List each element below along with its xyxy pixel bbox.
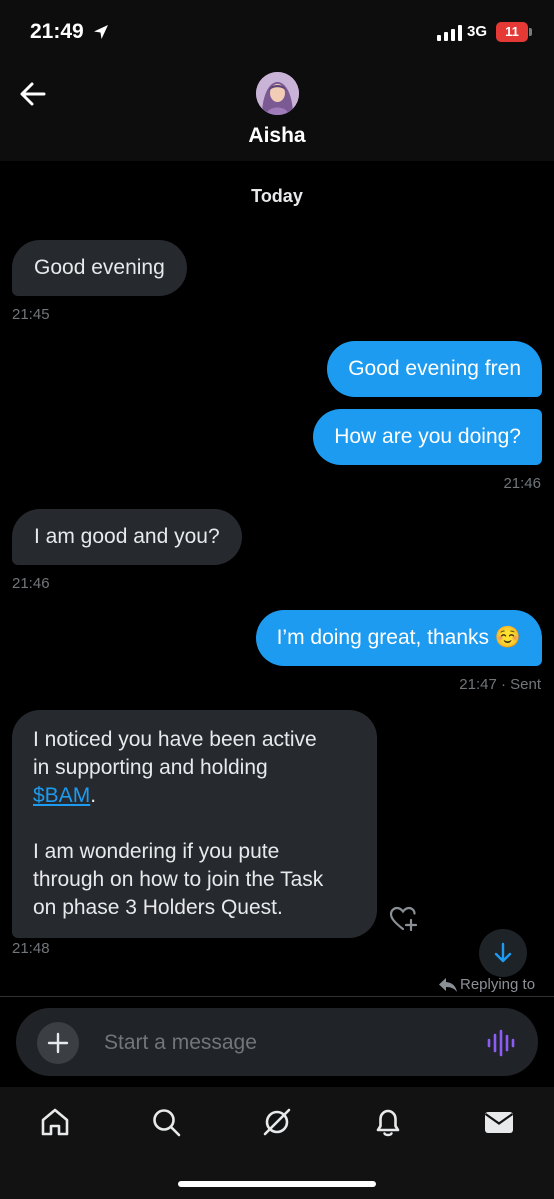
plus-icon	[47, 1032, 69, 1054]
message-line: I am wondering if you pute	[33, 840, 280, 863]
reply-icon	[439, 978, 457, 992]
message-bubble-incoming[interactable]: I am good and you?	[12, 509, 242, 565]
message-timestamp: 21:46	[12, 575, 50, 592]
bell-icon[interactable]	[371, 1105, 405, 1139]
battery-level: 11	[496, 22, 528, 42]
message-timestamp: 21:48	[12, 940, 50, 957]
message-bubble-outgoing[interactable]: I’m doing great, thanks ☺️	[255, 610, 542, 666]
search-icon[interactable]	[149, 1105, 183, 1139]
scroll-to-bottom-button[interactable]	[479, 929, 527, 977]
message-line: through on how to join the Task	[33, 868, 324, 891]
message-text: .	[90, 784, 97, 807]
message-status-timestamp: 21:47 · Sent	[459, 676, 541, 693]
signal-icon	[437, 25, 462, 41]
avatar[interactable]	[256, 72, 299, 115]
replying-to-label[interactable]: Replying to	[460, 976, 535, 993]
composer-divider	[0, 996, 554, 997]
voice-wave-icon[interactable]	[486, 1028, 516, 1058]
message-bubble-incoming[interactable]: I noticed you have been active in suppor…	[12, 710, 377, 938]
mail-icon[interactable]	[482, 1105, 516, 1139]
message-input[interactable]	[104, 1030, 464, 1056]
network-label: 3G	[467, 23, 488, 40]
heart-plus-icon[interactable]	[389, 905, 419, 933]
location-arrow-icon	[94, 25, 108, 39]
message-timestamp: 21:46	[503, 475, 541, 492]
message-composer	[16, 1008, 538, 1076]
conversation-header: 21:49 3G 11 Aisha	[0, 0, 554, 161]
add-attachment-button[interactable]	[37, 1022, 79, 1064]
message-line: on phase 3 Holders Quest.	[33, 896, 283, 919]
message-line: $BAM.	[33, 782, 356, 810]
message-bubble-incoming[interactable]: Good evening	[12, 240, 187, 296]
arrow-left-icon[interactable]	[18, 80, 48, 108]
message-line: I noticed you have been active	[33, 728, 317, 751]
message-bubble-outgoing[interactable]: How are you doing?	[313, 409, 542, 465]
home-icon[interactable]	[38, 1105, 72, 1139]
home-indicator[interactable]	[178, 1181, 376, 1187]
battery-nub	[529, 28, 532, 36]
arrow-down-icon	[494, 942, 512, 963]
avatar-illustration	[256, 72, 299, 115]
grok-icon[interactable]	[260, 1105, 294, 1139]
cashtag-link[interactable]: $BAM	[33, 784, 90, 807]
message-bubble-outgoing[interactable]: Good evening fren	[327, 341, 542, 397]
message-timestamp: 21:45	[12, 306, 50, 323]
message-line: in supporting and holding	[33, 756, 268, 779]
contact-name[interactable]: Aisha	[0, 124, 554, 148]
status-time: 21:49	[30, 20, 84, 43]
day-separator: Today	[251, 186, 303, 206]
